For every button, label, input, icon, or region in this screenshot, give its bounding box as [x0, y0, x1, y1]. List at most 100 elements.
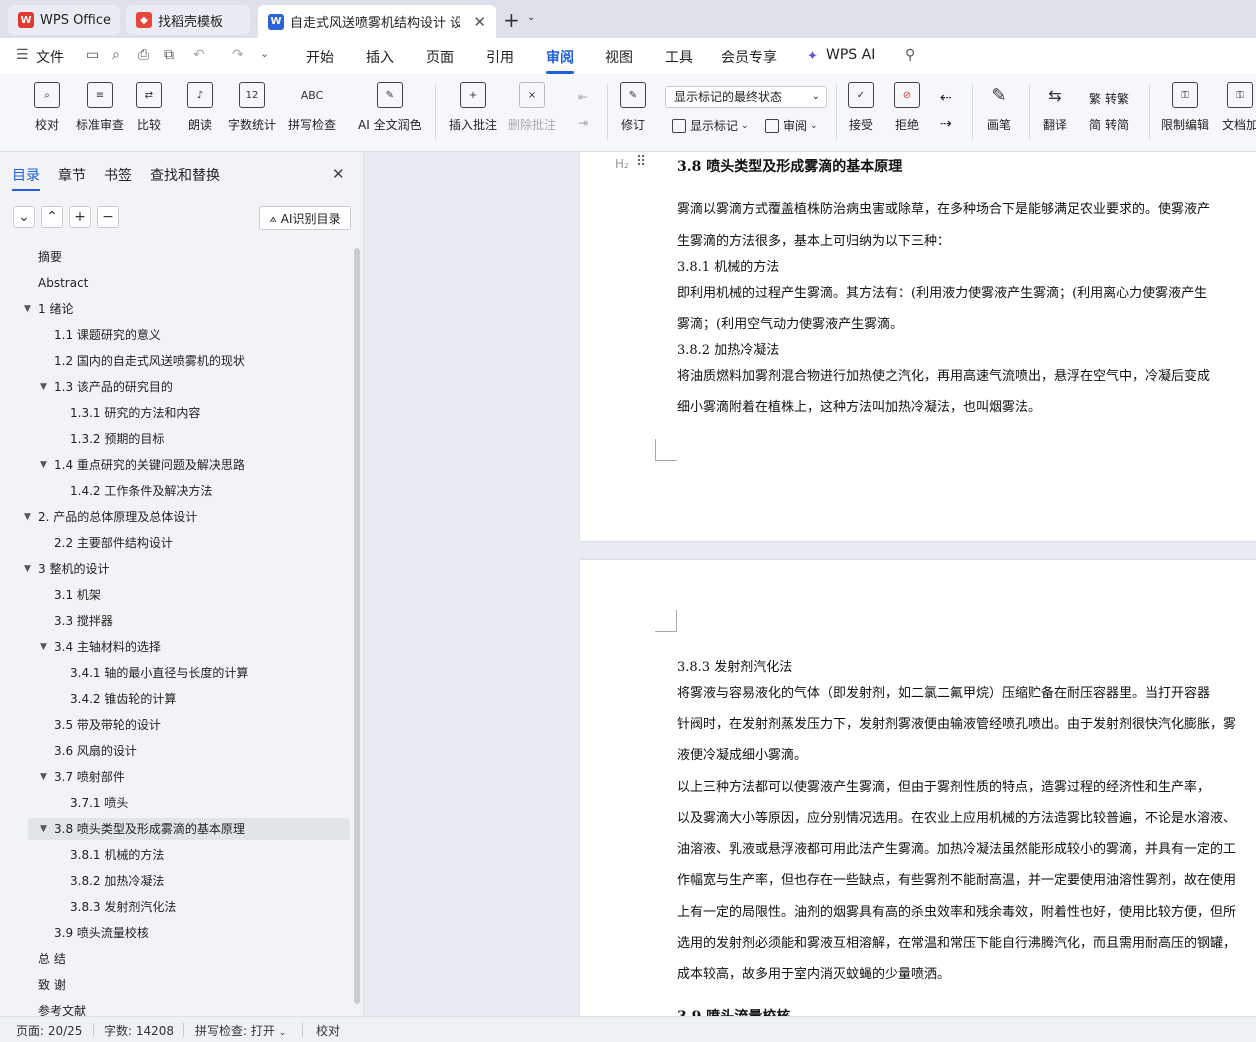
tab-find-replace[interactable]: 查找和替换	[150, 165, 220, 185]
print-preview-icon[interactable]: ⧉	[164, 47, 174, 63]
add-heading-button[interactable]: +	[69, 206, 91, 228]
heading-marker-icon[interactable]: H₂	[615, 157, 629, 171]
prev-comment-icon[interactable]: ⇤	[578, 90, 588, 104]
tab-sections[interactable]: 章节	[58, 165, 86, 185]
toc-item[interactable]: ▼ 1.4 重点研究的关键问题及解决思路	[0, 454, 350, 476]
toc-item[interactable]: 3.6 风扇的设计	[0, 740, 350, 762]
to-simplified-button[interactable]: 简转简	[1089, 116, 1129, 133]
page-indicator[interactable]: 页面: 20/25	[16, 1022, 82, 1039]
next-comment-icon[interactable]: ⇥	[578, 116, 588, 130]
toc-item[interactable]: 3.9 喷头流量校核	[0, 922, 350, 944]
menu-page[interactable]: 页面	[426, 47, 454, 67]
toc-item[interactable]: 参考文献	[0, 1000, 350, 1016]
menu-review[interactable]: 审阅	[546, 47, 574, 74]
toc-item[interactable]: 3.1 机架	[0, 584, 350, 606]
show-marks-button[interactable]: 显示标记 ⌄	[672, 117, 749, 134]
toc-item[interactable]: ▼ 2. 产品的总体原理及总体设计	[0, 506, 350, 528]
menu-view[interactable]: 视图	[605, 47, 633, 67]
read-aloud-button[interactable]: ♪ 朗读	[187, 82, 213, 133]
remove-heading-button[interactable]: −	[97, 206, 119, 228]
toc-item[interactable]: 3.3 搅拌器	[0, 610, 350, 632]
menu-member[interactable]: 会员专享	[721, 47, 777, 67]
toc-item[interactable]: 2.2 主要部件结构设计	[0, 532, 350, 554]
hamburger-icon[interactable]: ☰	[16, 47, 29, 63]
menu-insert[interactable]: 插入	[366, 47, 394, 67]
toc-expand-arrow-icon[interactable]: ▼	[40, 818, 47, 840]
toc-item[interactable]: ▼ 1.3 该产品的研究目的	[0, 376, 350, 398]
save-icon[interactable]: ▭	[86, 47, 99, 63]
menu-tools[interactable]: 工具	[665, 47, 693, 67]
ai-toc-button[interactable]: ⟑ AI识别目录	[259, 206, 351, 230]
toc-item[interactable]: ▼ 3.8 喷头类型及形成雾滴的基本原理	[28, 818, 350, 840]
toc-item[interactable]: 总 结	[0, 948, 350, 970]
toc-expand-arrow-icon[interactable]: ▼	[24, 506, 31, 528]
proofread-status[interactable]: 校对	[316, 1022, 340, 1039]
tab-wps-office[interactable]: W WPS Office	[8, 5, 120, 35]
toc-item[interactable]: 1.4.2 工作条件及解决方法	[0, 480, 350, 502]
toc-item[interactable]: 1.2 国内的自走式风送喷雾机的现状	[0, 350, 350, 372]
toc-item[interactable]: 1.1 课题研究的意义	[0, 324, 350, 346]
toc-item[interactable]: 1.3.1 研究的方法和内容	[0, 402, 350, 424]
toc-expand-arrow-icon[interactable]: ▼	[24, 298, 31, 320]
standard-review-button[interactable]: ≡ 标准审查	[76, 82, 124, 133]
track-changes-button[interactable]: ✎ 修订	[620, 82, 646, 133]
toc-item[interactable]: 1.3.2 预期的目标	[0, 428, 350, 450]
tab-document[interactable]: W 自走式风送喷雾机结构设计 设 ✕	[258, 5, 496, 38]
toc-expand-arrow-icon[interactable]: ▼	[40, 766, 47, 788]
toc-item[interactable]: 3.8.2 加热冷凝法	[0, 870, 350, 892]
toc-expand-arrow-icon[interactable]: ▼	[40, 376, 47, 398]
toc-scrollbar[interactable]	[354, 248, 360, 1004]
proofread-button[interactable]: ⌕ 校对	[34, 82, 60, 133]
reject-button[interactable]: ⊘ 拒绝	[894, 82, 920, 133]
new-tab-icon[interactable]: +	[503, 8, 520, 32]
insert-comment-button[interactable]: + 插入批注	[449, 82, 497, 133]
toc-item[interactable]: 摘要	[0, 246, 350, 268]
translate-button[interactable]: ⇆ 翻译	[1042, 82, 1068, 133]
expand-level-button[interactable]: ⌃	[41, 206, 63, 228]
toc-item[interactable]: 3.7.1 喷头	[0, 792, 350, 814]
spell-check-button[interactable]: ABC 拼写检查	[288, 82, 336, 133]
toc-item[interactable]: ▼ 1 绪论	[0, 298, 350, 320]
tab-template[interactable]: ◆ 找稻壳模板	[126, 5, 250, 35]
collapse-level-button[interactable]: ⌄	[13, 206, 35, 228]
toc-item[interactable]: Abstract	[0, 272, 350, 294]
toc-item[interactable]: ▼ 3.4 主轴材料的选择	[0, 636, 350, 658]
pen-button[interactable]: ✎ 画笔	[986, 82, 1012, 133]
toc-expand-arrow-icon[interactable]: ▼	[24, 558, 31, 580]
toc-item[interactable]: 3.4.1 轴的最小直径与长度的计算	[0, 662, 350, 684]
to-traditional-button[interactable]: 繁转繁	[1089, 90, 1129, 107]
accept-button[interactable]: ✓ 接受	[848, 82, 874, 133]
menu-reference[interactable]: 引用	[486, 47, 514, 67]
toc-expand-arrow-icon[interactable]: ▼	[40, 636, 47, 658]
search-icon[interactable]: ⚲	[905, 47, 915, 63]
next-change-icon[interactable]: ⇢	[940, 116, 952, 132]
toc-item[interactable]: 3.4.2 锥齿轮的计算	[0, 688, 350, 710]
word-count[interactable]: 字数: 14208	[104, 1022, 174, 1039]
toc-item[interactable]: 3.5 带及带轮的设计	[0, 714, 350, 736]
close-pane-icon[interactable]: ✕	[332, 165, 345, 183]
export-icon[interactable]: ⌕	[112, 47, 120, 63]
menu-home[interactable]: 开始	[306, 47, 334, 67]
display-mode-select[interactable]: 显示标记的最终状态 ⌄	[665, 86, 827, 108]
restrict-edit-button[interactable]: ⚿ 限制编辑	[1161, 82, 1209, 133]
toc-expand-arrow-icon[interactable]: ▼	[40, 454, 47, 476]
undo-icon[interactable]: ↶	[193, 47, 205, 63]
toc-item[interactable]: 致 谢	[0, 974, 350, 996]
review-pane-button[interactable]: 审阅 ⌄	[765, 117, 818, 134]
redo-icon[interactable]: ↷	[232, 47, 244, 63]
toc-item[interactable]: ▼ 3 整机的设计	[0, 558, 350, 580]
menu-file[interactable]: 文件	[36, 47, 64, 67]
spell-check-status[interactable]: 拼写检查: 打开 ⌄	[195, 1022, 286, 1039]
tab-bookmarks[interactable]: 书签	[104, 165, 132, 185]
print-icon[interactable]: ⎙	[138, 47, 149, 63]
prev-change-icon[interactable]: ⇠	[940, 90, 952, 106]
close-tab-icon[interactable]: ✕	[467, 13, 486, 31]
word-count-button[interactable]: 12 字数统计	[228, 82, 276, 133]
quick-access-chevron-icon[interactable]: ⌄	[260, 47, 269, 60]
delete-comment-button[interactable]: × 删除批注	[508, 82, 556, 133]
tab-list-chevron-icon[interactable]: ⌄	[527, 12, 535, 23]
toc-item[interactable]: 3.8.3 发射剂汽化法	[0, 896, 350, 918]
tab-toc[interactable]: 目录	[12, 165, 40, 191]
drag-handle-icon[interactable]: ⠿	[636, 154, 646, 170]
doc-encrypt-button[interactable]: ⚿ 文档加	[1222, 82, 1256, 133]
